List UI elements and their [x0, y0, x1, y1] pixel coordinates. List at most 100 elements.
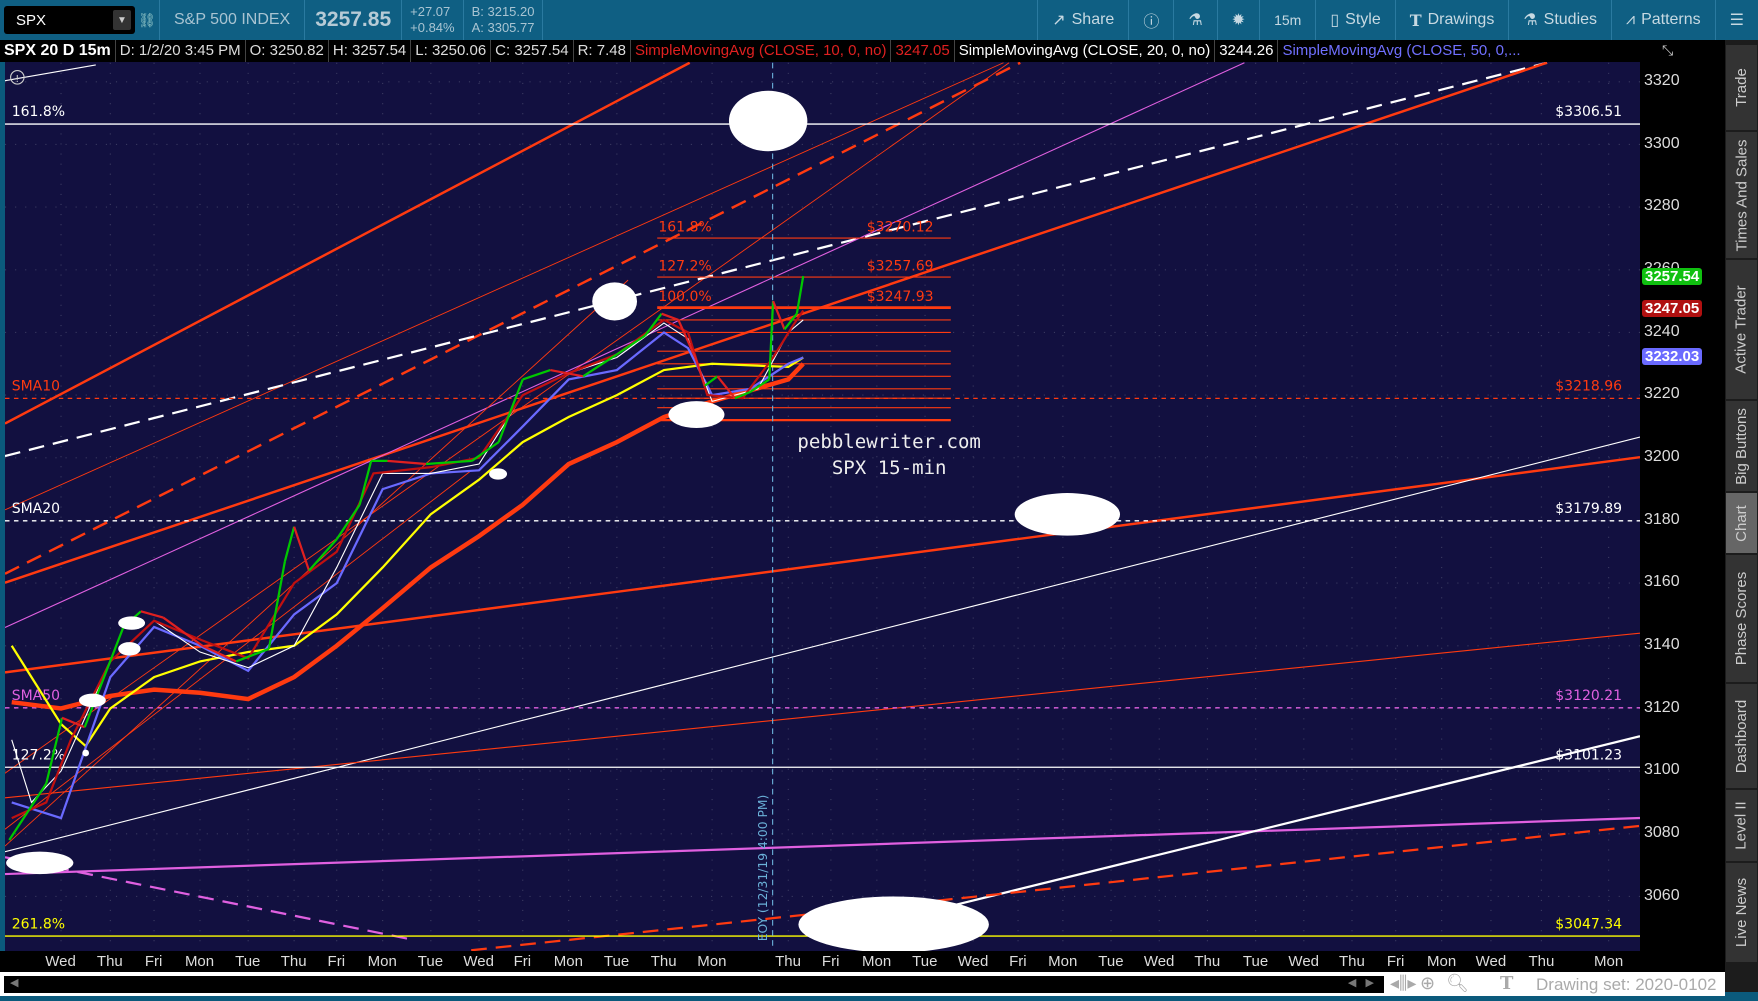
settings-button[interactable]: ✹: [1216, 0, 1259, 40]
auto-fit-icon[interactable]: ⤡: [1662, 42, 1673, 59]
sma50-label: SimpleMovingAvg (CLOSE, 50, 0,...: [1282, 42, 1521, 59]
time-tick: Mon: [862, 953, 892, 970]
price-tick: 3100: [1644, 761, 1680, 779]
trendline: [471, 824, 1641, 952]
ellipse-annotation: [1014, 493, 1121, 536]
drawing-set-label[interactable]: Drawing set: 2020-0102: [1536, 975, 1717, 995]
info-button[interactable]: ⓘ: [1128, 0, 1173, 40]
share-button[interactable]: ↗ Share: [1037, 0, 1128, 40]
time-tick: Thu: [96, 953, 123, 970]
tab-times-and-sales[interactable]: Times And Sales: [1726, 132, 1757, 261]
tab-dashboard[interactable]: Dashboard: [1726, 683, 1757, 791]
price-tick: 3200: [1644, 447, 1680, 465]
flask-icon: ⚗: [1523, 12, 1538, 29]
time-tick: Mon: [553, 953, 583, 970]
time-tick: Tue: [1098, 953, 1124, 970]
fib-pct-label: 161.8%: [658, 219, 711, 235]
fib-value-label: $3247.93: [867, 289, 934, 305]
tab-label: Times And Sales: [1733, 139, 1750, 252]
time-tick: Fri: [144, 953, 163, 970]
level-left-label: SMA10: [12, 379, 60, 395]
price-segment: [704, 375, 719, 387]
flask-icon: ⚗: [1188, 12, 1203, 29]
price-tick: 3240: [1644, 322, 1680, 340]
price-chart[interactable]: 161.8% $3306.51 SMA10 $3218.96 SMA20 $3179.89…: [4, 61, 1641, 953]
price-segment: [387, 459, 427, 466]
level-right-label: $3179.89: [1555, 501, 1622, 517]
price-segment: [471, 441, 500, 462]
horizontal-scrollbar[interactable]: ◀ ◀ ▶: [4, 976, 1384, 993]
price-badge: 3257.54: [1642, 267, 1703, 285]
sma10-label: SimpleMovingAvg (CLOSE, 10, 0, no): [631, 40, 892, 62]
alert-icon-glyph: !: [15, 74, 19, 85]
bar-date: D: 1/2/20 3:45 PM: [116, 40, 246, 62]
level-left-label: 161.8%: [12, 104, 65, 120]
ellipse-annotation: [82, 749, 90, 757]
price-tick: 3060: [1644, 886, 1680, 904]
menu-button[interactable]: ☰: [1714, 0, 1758, 40]
drawings-button[interactable]: T Drawings: [1394, 0, 1509, 40]
time-tick: Fri: [821, 953, 840, 970]
ellipse-annotation: [489, 468, 508, 480]
price-tick: 3160: [1644, 573, 1680, 591]
time-axis[interactable]: Wed Thu Fri Mon Tue Thu Fri Mon Tue Wed Fri Mon Tue T…: [0, 951, 1640, 972]
symbol-selector[interactable]: SPX ▼: [4, 6, 135, 34]
bid-ask: B: 3215.20 A: 3305.77: [471, 4, 535, 35]
time-tick: Mon: [184, 953, 215, 970]
patterns-button[interactable]: ⩘ Patterns: [1611, 0, 1715, 40]
time-tick: Tue: [417, 953, 444, 970]
series-sma20: [11, 319, 804, 804]
right-side-tabs: Trade Times And Sales Active Trader Big But…: [1725, 40, 1758, 992]
tab-active-trader[interactable]: Active Trader: [1726, 260, 1757, 402]
time-tick: Mon: [367, 953, 397, 970]
price-axis[interactable]: ⤡ 33203300328032603240322032003180316031…: [1640, 40, 1725, 972]
level-left-label: SMA20: [12, 501, 60, 517]
price-segment: [140, 610, 164, 619]
time-tick: Thu: [650, 953, 677, 970]
share-icon: ↗: [1052, 12, 1066, 29]
crosshair-icon[interactable]: ⊕: [1420, 973, 1435, 994]
timeframe-button[interactable]: 15m: [1259, 0, 1315, 40]
style-button[interactable]: ▯ Style: [1315, 0, 1394, 40]
fib-pct-label: 100.0%: [658, 289, 711, 305]
time-tick: Mon: [1427, 953, 1457, 970]
time-tick: Thu: [1528, 953, 1555, 970]
time-tick: Wed: [1475, 953, 1507, 970]
tab-label: Dashboard: [1733, 699, 1751, 773]
text-tool-icon[interactable]: T: [1500, 973, 1513, 994]
tab-level-ii[interactable]: Level II: [1726, 790, 1757, 864]
tab-phase-scores[interactable]: Phase Scores: [1726, 554, 1757, 684]
tab-big-buttons[interactable]: Big Buttons: [1726, 401, 1757, 494]
expand-icon[interactable]: ◂⫼▸: [1390, 973, 1416, 994]
trendline: [4, 61, 1021, 575]
time-tick: Wed: [45, 953, 76, 970]
price-segment: [425, 459, 472, 466]
level-right-label: $3218.96: [1555, 379, 1622, 395]
eoy-label: EOY (12/31/19 4:00 PM): [756, 795, 770, 942]
price-tick: 3320: [1644, 71, 1680, 89]
series-sma10: [11, 309, 805, 820]
bar-range: R: 7.48: [574, 40, 631, 62]
chevron-down-icon[interactable]: ▼: [113, 10, 131, 30]
tab-trade[interactable]: Trade: [1726, 44, 1757, 133]
price-tick: 3120: [1644, 698, 1680, 716]
bar-open: O: 3250.82: [246, 40, 329, 62]
link-icon[interactable]: ⛓: [135, 12, 159, 29]
time-tick: Tue: [1242, 953, 1269, 970]
level-right-label: $3120.21: [1555, 688, 1622, 704]
tab-label: Chart: [1733, 504, 1750, 542]
fib-value-label: $3257.69: [867, 258, 934, 274]
sma20-label: SimpleMovingAvg (CLOSE, 20, 0, no): [955, 40, 1216, 62]
tab-live-news[interactable]: Live News: [1726, 863, 1757, 965]
tab-chart[interactable]: Chart: [1726, 493, 1757, 555]
flask-button[interactable]: ⚗: [1173, 0, 1216, 40]
price-segment: [716, 375, 736, 399]
studies-button[interactable]: ⚗ Studies: [1508, 0, 1611, 40]
watermark-line1: pebblewriter.com: [797, 431, 980, 453]
zoom-icon[interactable]: 🔍︎: [1446, 973, 1469, 994]
time-tick: Thu: [775, 953, 801, 970]
ellipse-annotation: [592, 282, 638, 321]
tab-label: Phase Scores: [1733, 571, 1751, 666]
chart-canvas[interactable]: 161.8% $3306.51 SMA10 $3218.96 SMA20 $3179.89…: [4, 61, 1641, 953]
price-tick: 3140: [1644, 636, 1680, 653]
